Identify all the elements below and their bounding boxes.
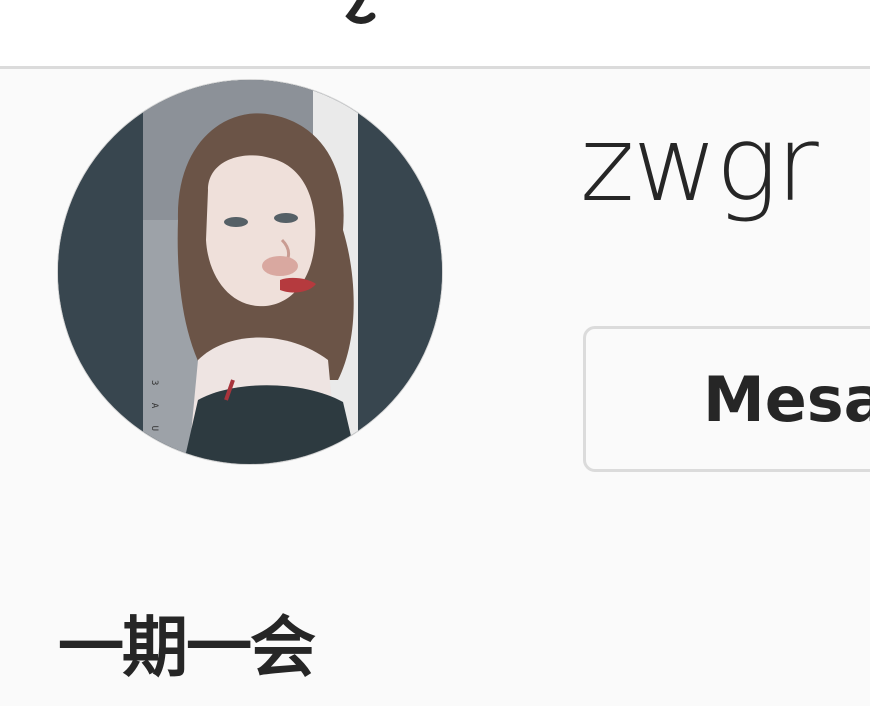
avatar-photo: 3 A U 2 — [58, 80, 442, 464]
profile-username: zwgr — [580, 103, 819, 225]
profile-page: 3 A U 2 zwgr Mesaj 一期一会 — [0, 0, 870, 706]
profile-full-name: 一期一会 — [58, 609, 316, 686]
avatar-caption: 3 A U 2 — [149, 380, 159, 460]
message-button-label: Mesaj — [703, 363, 870, 436]
profile-avatar[interactable]: 3 A U 2 — [57, 79, 443, 465]
message-button[interactable]: Mesaj — [583, 326, 870, 472]
top-logo-fragment-icon — [345, 0, 376, 24]
top-navigation-bar — [0, 0, 870, 69]
